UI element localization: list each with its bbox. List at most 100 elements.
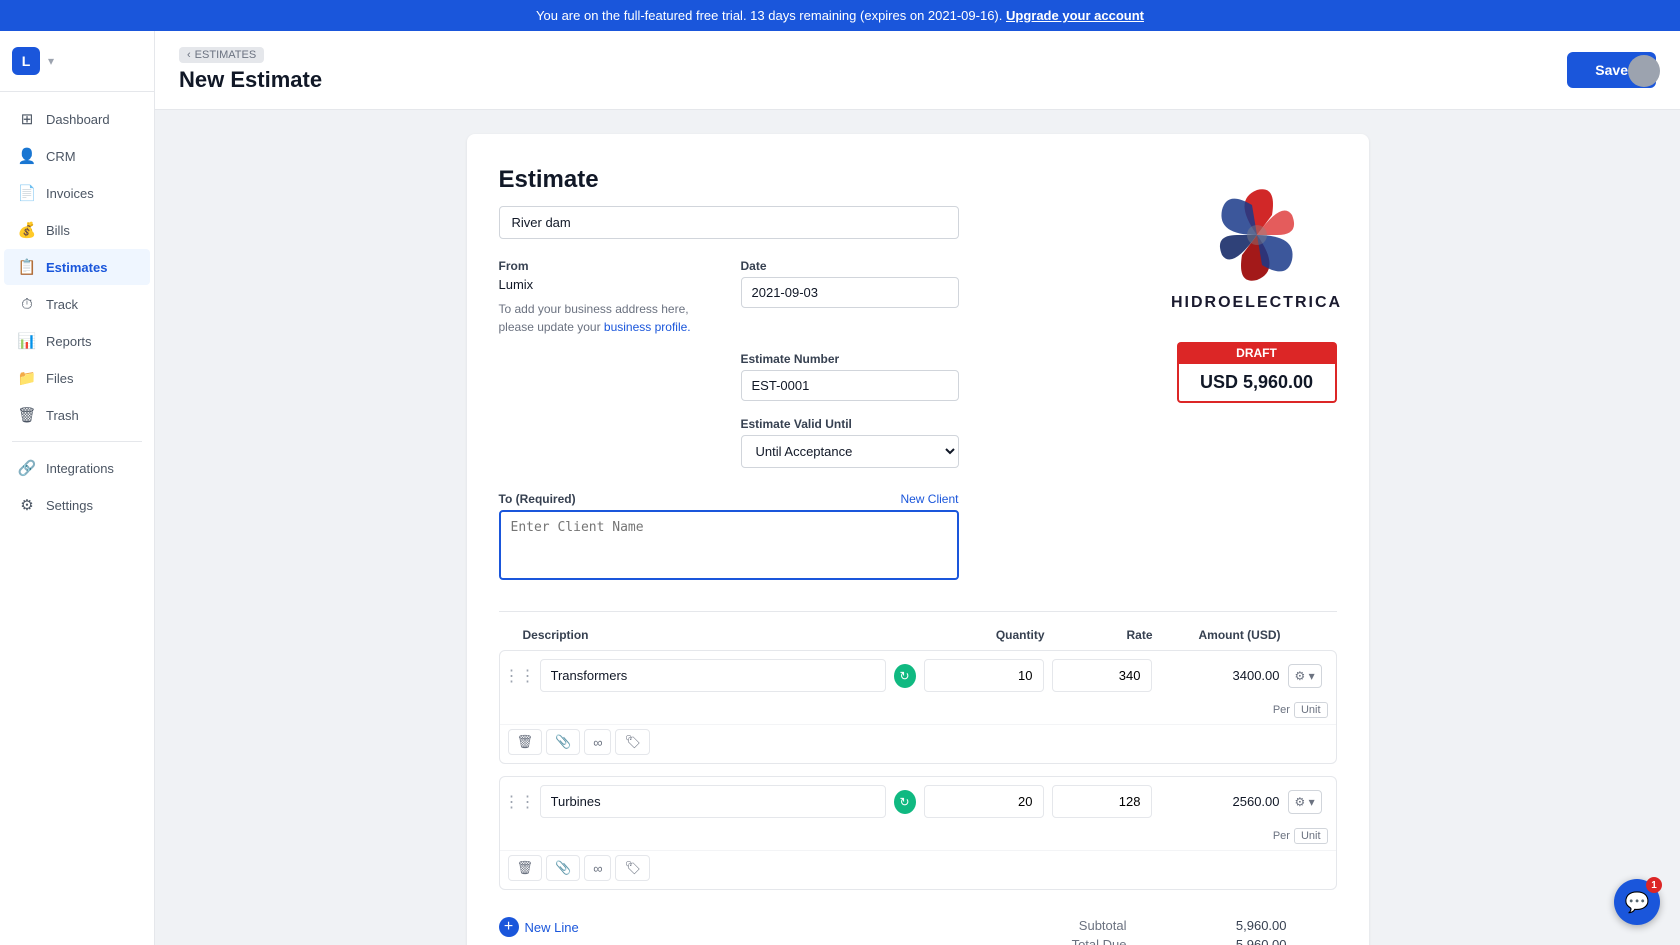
- item-rate-2[interactable]: [1052, 785, 1152, 818]
- integrations-icon: 🔗: [18, 459, 36, 477]
- line-item-transformers: ⋮⋮ ↻ 3400.00 ⚙ ▾: [499, 650, 1337, 764]
- estimate-name-input[interactable]: [499, 206, 959, 239]
- item-desc-input-1[interactable]: [540, 659, 886, 692]
- crm-icon: 👤: [18, 147, 36, 165]
- sidebar-nav: ⊞ Dashboard 👤 CRM 📄 Invoices 💰 Bills 📋 E…: [0, 92, 154, 532]
- link-btn-2[interactable]: ∞: [584, 855, 611, 881]
- upgrade-link[interactable]: Upgrade your account: [1006, 8, 1144, 23]
- sidebar-item-integrations[interactable]: 🔗 Integrations: [4, 450, 150, 486]
- subtotal-value: 5,960.00: [1207, 918, 1287, 933]
- drag-handle-2[interactable]: ⋮⋮: [508, 792, 532, 812]
- date-input[interactable]: [741, 277, 959, 308]
- breadcrumb-arrow: ‹: [187, 49, 191, 61]
- sidebar-item-label: Dashboard: [46, 112, 110, 127]
- estimate-form: Estimate From Lumix To add your business…: [467, 134, 1369, 945]
- sidebar-item-label: Settings: [46, 498, 93, 513]
- attach-btn-2[interactable]: 📎: [546, 855, 580, 881]
- new-client-link[interactable]: New Client: [900, 492, 958, 506]
- valid-until-select[interactable]: Until Acceptance 30 Days 60 Days 90 Days: [741, 435, 959, 468]
- total-due-label: Total Due: [1072, 937, 1127, 945]
- logo-dropdown-icon[interactable]: ▾: [48, 54, 54, 68]
- logo-svg: [1202, 180, 1312, 290]
- total-due-value: 5,960.00: [1207, 937, 1287, 945]
- sidebar-item-settings[interactable]: ⚙ Settings: [4, 487, 150, 523]
- sidebar-item-estimates[interactable]: 📋 Estimates: [4, 249, 150, 285]
- totals-section: Subtotal 5,960.00 Total Due 5,960.00: [1072, 918, 1337, 945]
- recurring-icon-1[interactable]: ↻: [894, 664, 916, 688]
- item-desc-input-2[interactable]: [540, 785, 886, 818]
- date-label: Date: [741, 259, 959, 273]
- sidebar-item-crm[interactable]: 👤 CRM: [4, 138, 150, 174]
- sidebar-item-trash[interactable]: 🗑 Trash: [4, 397, 150, 433]
- files-icon: 📁: [18, 369, 36, 387]
- business-profile-link[interactable]: business profile.: [604, 320, 691, 334]
- trash-icon: 🗑: [18, 406, 36, 424]
- attach-btn-1[interactable]: 📎: [546, 729, 580, 755]
- main-content: ‹ ESTIMATES New Estimate Save Estimate: [155, 31, 1680, 945]
- item-actions-1: ⚙ ▾: [1288, 664, 1328, 688]
- unit-badge-1[interactable]: Unit: [1294, 702, 1328, 718]
- item-quantity-2[interactable]: [924, 785, 1044, 818]
- delete-item-btn-1[interactable]: 🗑: [508, 729, 543, 755]
- line-item-main-2: ⋮⋮ ↻ 2560.00 ⚙ ▾: [500, 777, 1336, 826]
- item-gear-btn-2[interactable]: ⚙ ▾: [1288, 790, 1322, 814]
- breadcrumb-text: ESTIMATES: [195, 49, 257, 61]
- invoices-icon: 📄: [18, 184, 36, 202]
- drag-handle-1[interactable]: ⋮⋮: [508, 666, 532, 686]
- add-line-icon: +: [499, 917, 519, 937]
- sidebar-item-invoices[interactable]: 📄 Invoices: [4, 175, 150, 211]
- item-amount-2: 2560.00: [1160, 794, 1280, 809]
- per-label-2: Per: [1273, 830, 1290, 842]
- to-label: To (Required): [499, 492, 576, 506]
- tag-btn-2[interactable]: 🏷: [615, 855, 650, 881]
- sidebar-item-track[interactable]: ⏱ Track: [4, 286, 150, 322]
- chat-button[interactable]: 💬 1: [1614, 879, 1660, 925]
- line-item-toolbar-1: 🗑 📎 ∞ 🏷: [500, 724, 1336, 763]
- estimate-number-input[interactable]: [741, 370, 959, 401]
- sidebar-item-dashboard[interactable]: ⊞ Dashboard: [4, 101, 150, 137]
- form-left: Estimate From Lumix To add your business…: [499, 166, 959, 583]
- line-items-section: Description Quantity Rate Amount (USD) ⋮…: [499, 611, 1337, 945]
- desc-cell-2: ↻: [540, 785, 916, 818]
- client-name-input[interactable]: [499, 510, 959, 580]
- sidebar-item-files[interactable]: 📁 Files: [4, 360, 150, 396]
- rate-header: Rate: [1053, 628, 1153, 642]
- sidebar: L ▾ ⊞ Dashboard 👤 CRM 📄 Invoices 💰 Bills: [0, 31, 155, 945]
- sidebar-item-label: Trash: [46, 408, 79, 423]
- total-amount-display: USD 5,960.00: [1177, 364, 1337, 403]
- page-title: New Estimate: [179, 67, 322, 93]
- item-amount-1: 3400.00: [1160, 668, 1280, 683]
- from-field: From Lumix To add your business address …: [499, 259, 717, 336]
- link-btn-1[interactable]: ∞: [584, 729, 611, 755]
- sidebar-item-reports[interactable]: 📊 Reports: [4, 323, 150, 359]
- add-line-label: New Line: [525, 920, 579, 935]
- desc-cell-1: ↻: [540, 659, 916, 692]
- sidebar-item-label: Bills: [46, 223, 70, 238]
- item-rate-1[interactable]: [1052, 659, 1152, 692]
- form-grid: From Lumix To add your business address …: [499, 259, 959, 583]
- delete-item-btn-2[interactable]: 🗑: [508, 855, 543, 881]
- draft-badge: DRAFT: [1177, 342, 1337, 364]
- user-avatar[interactable]: [1628, 55, 1660, 87]
- item-actions-2: ⚙ ▾: [1288, 790, 1328, 814]
- valid-until-field: Estimate Valid Until Until Acceptance 30…: [741, 417, 959, 468]
- breadcrumb-badge[interactable]: ‹ ESTIMATES: [179, 47, 264, 63]
- qty-header: Quantity: [925, 628, 1045, 642]
- subtotal-row: Subtotal 5,960.00: [1079, 918, 1287, 933]
- item-gear-btn-1[interactable]: ⚙ ▾: [1288, 664, 1322, 688]
- sidebar-item-label: Invoices: [46, 186, 94, 201]
- sidebar-item-label: Estimates: [46, 260, 107, 275]
- add-line-button[interactable]: + New Line: [499, 909, 579, 945]
- amount-header: Amount (USD): [1161, 628, 1281, 642]
- line-items-header: Description Quantity Rate Amount (USD): [499, 628, 1337, 650]
- tag-btn-1[interactable]: 🏷: [615, 729, 650, 755]
- item-quantity-1[interactable]: [924, 659, 1044, 692]
- from-label: From: [499, 259, 717, 273]
- recurring-icon-2[interactable]: ↻: [894, 790, 916, 814]
- unit-badge-2[interactable]: Unit: [1294, 828, 1328, 844]
- sidebar-item-bills[interactable]: 💰 Bills: [4, 212, 150, 248]
- sidebar-logo: L ▾: [0, 31, 154, 92]
- dashboard-icon: ⊞: [18, 110, 36, 128]
- sidebar-item-label: Integrations: [46, 461, 114, 476]
- desc-header: Description: [523, 628, 917, 642]
